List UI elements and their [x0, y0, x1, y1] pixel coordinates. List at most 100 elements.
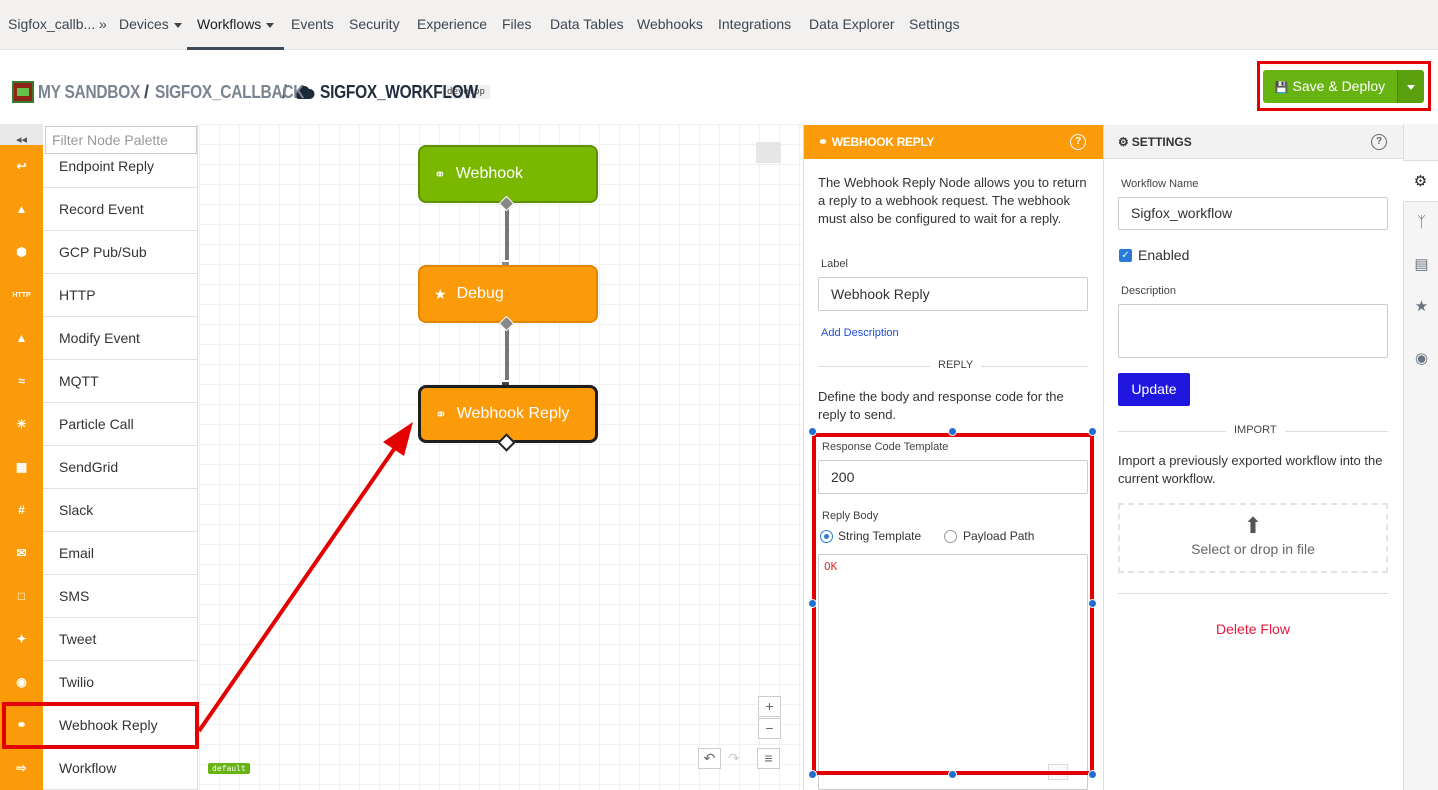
top-nav: Sigfox_callb... » Devices Workflows Even…	[0, 0, 1438, 50]
delete-flow-button[interactable]: Delete Flow	[1104, 621, 1402, 637]
palette-list: ↩ Endpoint Reply ▲ Record Event ⬢ GCP Pub/S…	[0, 145, 197, 790]
enabled-checkbox[interactable]: ✓	[1119, 249, 1132, 262]
nav-security[interactable]: Security	[349, 0, 400, 50]
palette-item-sms[interactable]: □ SMS	[0, 575, 197, 618]
palette-item-email[interactable]: ✉ Email	[0, 532, 197, 575]
resize-handle	[948, 427, 957, 436]
resize-handle	[808, 427, 817, 436]
nav-data-tables[interactable]: Data Tables	[550, 0, 624, 50]
palette-item-label: Modify Event	[59, 330, 140, 346]
palette-item-particle-call[interactable]: ✳ Particle Call	[0, 403, 197, 446]
palette-item-label: Particle Call	[59, 416, 134, 432]
app-logo-icon	[12, 81, 34, 103]
twitter-icon: ✦	[0, 618, 43, 661]
palette-item-tweet[interactable]: ✦ Tweet	[0, 618, 197, 661]
dropzone-label: Select or drop in file	[1191, 541, 1315, 557]
palette-item-label: HTTP	[59, 287, 96, 303]
palette-item-label: Slack	[59, 502, 94, 518]
nav-webhooks[interactable]: Webhooks	[637, 0, 703, 50]
zoom-in-button[interactable]: +	[758, 696, 781, 717]
undo-icon: ↶	[703, 750, 716, 766]
zoom-out-button[interactable]: −	[758, 718, 781, 739]
palette-item-workflow[interactable]: ⇨ Workflow	[0, 747, 197, 790]
breadcrumb-separator: /	[144, 81, 150, 102]
upload-icon: ⬆	[1243, 513, 1263, 538]
branch-icon[interactable]: ᛉ	[1404, 202, 1438, 244]
add-description-link[interactable]: Add Description	[821, 327, 899, 339]
redo-icon: ↷	[728, 750, 740, 766]
panel-header: ⚭ WEBHOOK REPLY ?	[804, 125, 1103, 159]
gear-icon[interactable]: ⚙	[1403, 160, 1438, 202]
palette-item-label: Twilio	[59, 674, 95, 690]
palette-item-label: Record Event	[59, 201, 144, 217]
deploy-dropdown-toggle[interactable]	[1397, 70, 1424, 103]
label-caption: Label	[821, 258, 848, 270]
mqtt-icon: ≈	[0, 360, 43, 403]
file-dropzone[interactable]: ⬆ Select or drop in file	[1118, 503, 1388, 573]
annotation-arrow	[199, 422, 413, 733]
palette-item-http[interactable]: HTTP HTTP	[0, 274, 197, 317]
resize-handle	[1088, 770, 1097, 779]
nav-events[interactable]: Events	[291, 0, 334, 50]
menu-button[interactable]: ≡	[757, 748, 780, 769]
chevron-down-icon	[266, 22, 275, 28]
palette-item-label: SMS	[59, 588, 90, 604]
nav-devices-label: Devices	[119, 16, 169, 32]
database-icon[interactable]: ▤	[1404, 244, 1438, 286]
nav-data-explorer[interactable]: Data Explorer	[809, 0, 895, 50]
palette-item-modify-event[interactable]: ▲ Modify Event	[0, 317, 197, 360]
palette-item-gcp-pubsub[interactable]: ⬢ GCP Pub/Sub	[0, 231, 197, 274]
breadcrumb: MY SANDBOX / SIGFOX_CALLBACK / SIGFOX_WO…	[12, 78, 490, 106]
palette-item-slack[interactable]: # Slack	[0, 489, 197, 532]
breadcrumb-application[interactable]: SIGFOX_CALLBACK	[155, 82, 304, 103]
save-deploy-label: Save & Deploy	[1292, 78, 1386, 94]
resize-handle	[1088, 427, 1097, 436]
palette-item-label: Email	[59, 545, 95, 561]
divider	[1118, 593, 1388, 594]
palette-item-label: Endpoint Reply	[59, 158, 154, 174]
settings-header: ⚙ SETTINGS ?	[1104, 125, 1404, 159]
workflow-canvas[interactable]: ⚭ Webhook ★ Debug ⚭ Webhook Reply + − ↶ ↷ ≡…	[199, 124, 802, 790]
undo-button[interactable]: ↶	[698, 748, 721, 769]
palette-item-record-event[interactable]: ▲ Record Event	[0, 188, 197, 231]
description-caption: Description	[1121, 285, 1177, 297]
nav-experience[interactable]: Experience	[417, 0, 487, 50]
save-deploy-button[interactable]: 💾 Save & Deploy	[1263, 70, 1397, 103]
palette-item-label: Tweet	[59, 631, 97, 647]
help-icon[interactable]: ?	[1371, 134, 1387, 150]
chevron-down-icon	[173, 22, 182, 28]
nav-devices[interactable]: Devices	[119, 0, 182, 50]
email-icon: ✉	[0, 532, 43, 575]
app-switcher[interactable]: Sigfox_callb... »	[8, 0, 107, 50]
reply-icon: ↩	[0, 145, 43, 188]
workflow-name-input[interactable]: Sigfox_workflow	[1118, 197, 1388, 230]
import-section-title: IMPORT	[1226, 424, 1285, 436]
gcp-icon: ⬢	[0, 231, 43, 274]
reply-help-text: Define the body and response code for th…	[818, 389, 1064, 422]
http-icon: HTTP	[0, 274, 43, 317]
breadcrumb-sandbox[interactable]: MY SANDBOX	[38, 82, 140, 103]
nav-workflows[interactable]: Workflows	[187, 0, 285, 50]
palette-item-sendgrid[interactable]: ▦ SendGrid	[0, 446, 197, 489]
enabled-label: Enabled	[1138, 247, 1190, 263]
node-properties-panel: ⚭ WEBHOOK REPLY ? The Webhook Reply Node …	[803, 124, 1103, 790]
particle-icon: ✳	[0, 403, 43, 446]
resize-handle	[1088, 599, 1097, 608]
modify-event-icon: ▲	[0, 317, 43, 360]
nav-integrations[interactable]: Integrations	[718, 0, 791, 50]
annotation-highlight-palette-item	[2, 702, 199, 749]
nav-files[interactable]: Files	[502, 0, 532, 50]
nav-settings[interactable]: Settings	[909, 0, 960, 50]
sendgrid-icon: ▦	[0, 446, 43, 489]
help-icon[interactable]: ?	[1070, 134, 1086, 150]
palette-item-mqtt[interactable]: ≈ MQTT	[0, 360, 197, 403]
label-input[interactable]: Webhook Reply	[818, 277, 1088, 311]
palette-item-twilio[interactable]: ◉ Twilio	[0, 661, 197, 704]
palette-item-endpoint-reply[interactable]: ↩ Endpoint Reply	[0, 145, 197, 188]
description-textarea[interactable]	[1118, 304, 1388, 358]
update-button[interactable]: Update	[1118, 373, 1190, 406]
globe-icon[interactable]: ◉	[1404, 338, 1438, 380]
bug-icon[interactable]: ★	[1404, 286, 1438, 328]
right-rail: ⚙ ᛉ ▤ ★ ◉	[1403, 124, 1438, 790]
twilio-icon: ◉	[0, 661, 43, 704]
